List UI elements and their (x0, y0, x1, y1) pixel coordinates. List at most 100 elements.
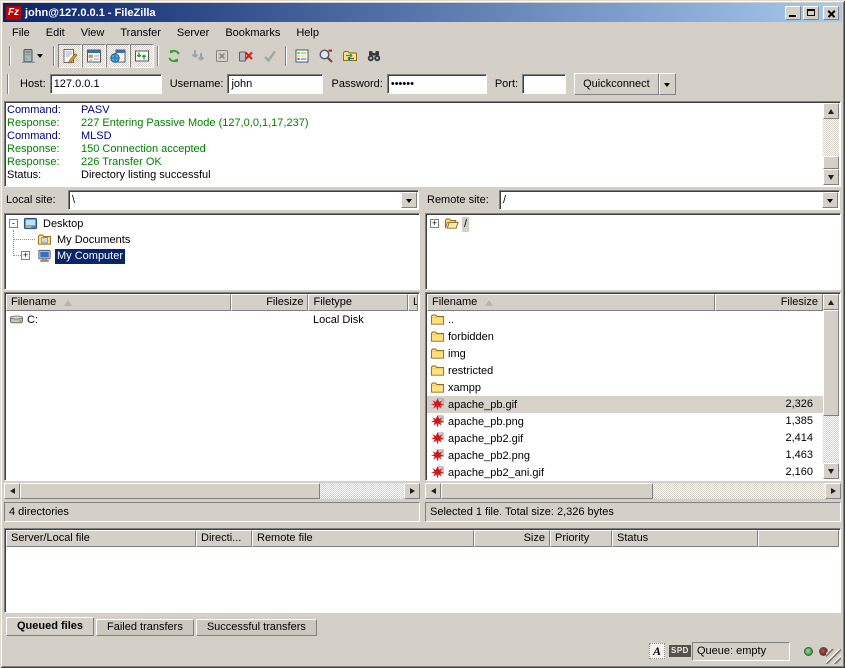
toggle-remote-tree-button[interactable] (106, 44, 130, 68)
synchronized-browsing-button[interactable] (338, 44, 362, 68)
scroll-left-button[interactable] (425, 483, 441, 499)
local-site-combo[interactable]: \ (68, 190, 419, 210)
column-server-local-file[interactable]: Server/Local file (6, 530, 196, 547)
title-bar[interactable]: Fz john@127.0.0.1 - FileZilla (3, 3, 842, 22)
remote-file-row[interactable]: restricted (427, 362, 823, 379)
remote-file-row-selected[interactable]: apache_pb.gif 2,326 (427, 396, 823, 413)
menu-bookmarks[interactable]: Bookmarks (217, 26, 288, 40)
site-manager-button[interactable] (14, 44, 50, 68)
tree-item-my-documents[interactable]: My Documents (5, 232, 419, 248)
column-direction[interactable]: Directi... (196, 530, 252, 547)
remote-file-row[interactable]: xampp (427, 379, 823, 396)
menu-edit[interactable]: Edit (38, 26, 73, 40)
tab-failed-transfers[interactable]: Failed transfers (96, 619, 194, 636)
host-input[interactable] (50, 74, 162, 94)
menu-view[interactable]: View (73, 26, 113, 40)
local-site-bar: Local site: \ (4, 190, 420, 210)
remote-hscrollbar[interactable] (425, 483, 841, 499)
cancel-operation-button[interactable] (210, 44, 234, 68)
log-line: Status:Directory listing successful (7, 169, 820, 182)
remote-file-row[interactable]: apache_pb2_ani.gif 2,160 (427, 464, 823, 481)
quickconnect-button[interactable]: Quickconnect (574, 73, 659, 95)
collapse-toggle[interactable]: - (9, 219, 18, 228)
scrollbar-thumb[interactable] (441, 483, 653, 499)
remote-file-row[interactable]: apache_pb2.png 1,463 (427, 447, 823, 464)
find-files-button[interactable] (362, 44, 386, 68)
remote-file-row[interactable]: apache_pb.png 1,385 (427, 413, 823, 430)
folder-icon (430, 312, 445, 327)
scrollbar-thumb[interactable] (823, 156, 839, 169)
expand-toggle[interactable]: + (21, 251, 30, 260)
sync-folder-icon (342, 48, 358, 64)
toggle-queue-button[interactable] (130, 44, 154, 68)
scrollbar-thumb[interactable] (20, 483, 320, 499)
port-label: Port: (495, 78, 518, 90)
expand-toggle[interactable]: + (430, 219, 439, 228)
scroll-right-button[interactable] (825, 483, 841, 499)
local-site-dropdown-button[interactable] (401, 192, 417, 208)
column-size[interactable]: Size (474, 530, 550, 547)
log-scrollbar[interactable] (823, 103, 839, 185)
column-remote-file[interactable]: Remote file (252, 530, 474, 547)
resize-grip[interactable] (826, 649, 841, 664)
remote-file-row[interactable]: .. (427, 311, 823, 328)
disconnect-button[interactable] (234, 44, 258, 68)
column-filesize[interactable]: Filesize (715, 294, 823, 311)
directory-comparison-button[interactable] (314, 44, 338, 68)
local-site-label: Local site: (6, 194, 56, 206)
close-button[interactable] (823, 6, 839, 20)
reconnect-button[interactable] (258, 44, 282, 68)
toggle-log-button[interactable] (58, 44, 82, 68)
filter-button[interactable] (290, 44, 314, 68)
log-view-icon (62, 48, 78, 64)
tab-successful-transfers[interactable]: Successful transfers (196, 619, 317, 636)
remote-list-scrollbar[interactable] (823, 294, 839, 479)
column-priority[interactable]: Priority (550, 530, 612, 547)
column-last-modified[interactable]: L (408, 294, 418, 311)
remote-file-row[interactable]: img (427, 345, 823, 362)
filter-icon (294, 48, 310, 64)
column-filetype[interactable]: Filetype (308, 294, 408, 311)
column-status[interactable]: Status (612, 530, 758, 547)
scroll-left-button[interactable] (4, 483, 20, 499)
remote-site-label: Remote site: (427, 194, 489, 206)
remote-site-combo[interactable]: / (499, 190, 840, 210)
minimize-button[interactable] (785, 6, 801, 20)
local-file-row[interactable]: C: Local Disk (6, 311, 418, 328)
tab-queued-files[interactable]: Queued files (6, 617, 94, 636)
menu-help[interactable]: Help (288, 26, 327, 40)
image-file-icon (430, 448, 445, 463)
tree-item-root[interactable]: + / (426, 216, 840, 232)
local-pane: Local site: \ - Desktop My Documents + (4, 188, 420, 524)
port-input[interactable] (522, 74, 566, 94)
remote-site-dropdown-button[interactable] (822, 192, 838, 208)
username-input[interactable] (227, 74, 323, 94)
menu-transfer[interactable]: Transfer (112, 26, 169, 40)
remote-file-row[interactable]: forbidden (427, 328, 823, 345)
local-hscrollbar[interactable] (4, 483, 420, 499)
toggle-local-tree-button[interactable] (82, 44, 106, 68)
quickconnect-dropdown-button[interactable] (659, 73, 676, 95)
menu-server[interactable]: Server (169, 26, 217, 40)
refresh-button[interactable] (162, 44, 186, 68)
local-tree-icon (86, 48, 102, 64)
app-logo-icon: Fz (6, 6, 21, 20)
cancel-icon (214, 48, 230, 64)
chevron-down-icon (664, 83, 670, 90)
remote-file-row[interactable]: apache_pb2.gif 2,414 (427, 430, 823, 447)
scrollbar-thumb[interactable] (823, 310, 839, 416)
menu-file[interactable]: File (4, 26, 38, 40)
scroll-down-button[interactable] (823, 169, 839, 185)
password-input[interactable] (387, 74, 487, 94)
column-filesize[interactable]: Filesize (231, 294, 309, 311)
column-filename[interactable]: Filename (427, 294, 715, 311)
tree-item-desktop[interactable]: - Desktop (5, 216, 419, 232)
column-filename[interactable]: Filename (6, 294, 231, 311)
maximize-button[interactable] (803, 6, 819, 20)
scroll-up-button[interactable] (823, 294, 839, 310)
tree-item-my-computer[interactable]: + My Computer (5, 248, 419, 264)
scroll-up-button[interactable] (823, 103, 839, 119)
scroll-down-button[interactable] (823, 463, 839, 479)
process-queue-button[interactable] (186, 44, 210, 68)
scroll-right-button[interactable] (404, 483, 420, 499)
